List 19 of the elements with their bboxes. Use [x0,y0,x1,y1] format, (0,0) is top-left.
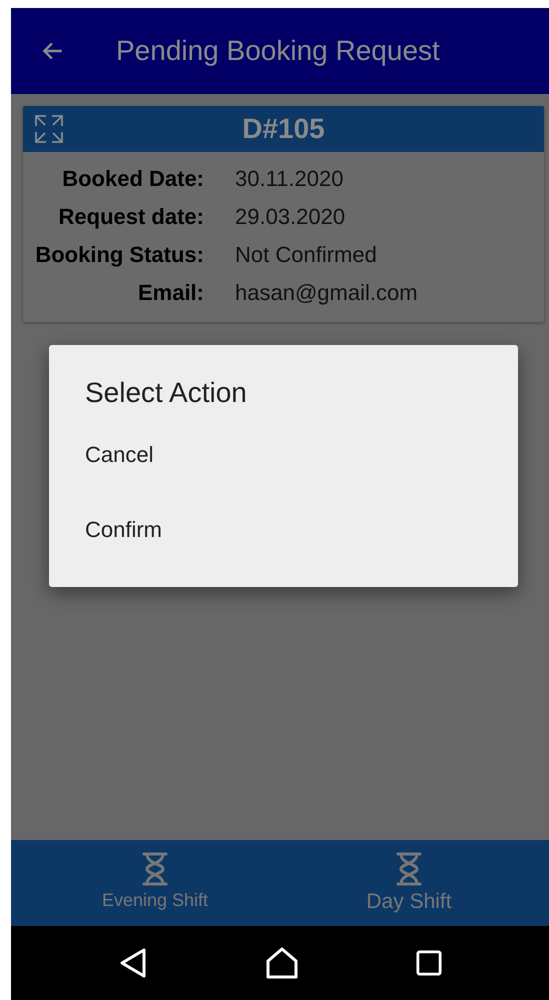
hourglass-icon [395,852,423,886]
home-icon[interactable] [266,947,298,979]
field-value: 29.03.2020 [235,204,346,230]
dialog-title: Select Action [85,377,248,409]
field-label: Booking Status: [34,242,204,268]
field-value: Not Confirmed [235,242,377,268]
hourglass-icon [141,852,169,886]
field-label: Booked Date: [61,166,204,192]
recent-apps-icon[interactable] [416,950,442,976]
field-label: Email: [136,280,204,306]
back-icon[interactable] [118,947,148,979]
dialog-option[interactable]: Confirm [85,514,482,589]
field-value: 30.11.2020 [235,166,344,192]
dialog-option[interactable]: Cancel [85,439,482,514]
booking-id: D#105 [242,113,325,145]
expand-arrows-icon[interactable] [33,113,65,145]
field-label: Request date: [58,204,204,230]
screen-title: Pending Booking Request [116,35,440,67]
field-value: hasan@gmail.com [235,280,418,306]
